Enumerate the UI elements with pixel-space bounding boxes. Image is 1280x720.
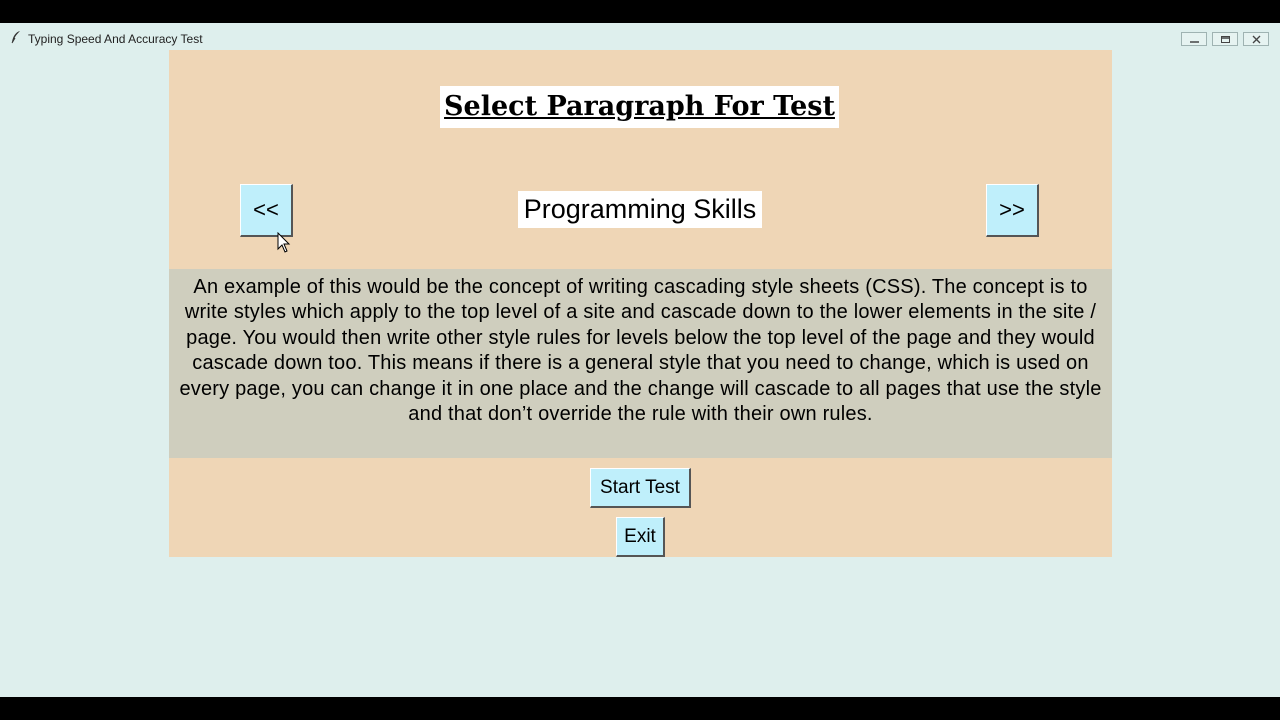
mouse-cursor-icon — [277, 231, 291, 254]
exit-button[interactable]: Exit — [616, 517, 665, 557]
feather-icon — [10, 30, 22, 44]
next-paragraph-button[interactable]: >> — [986, 184, 1039, 237]
app-window: Typing Speed And Accuracy Test Select Pa… — [0, 23, 1280, 697]
close-icon — [1252, 35, 1261, 44]
minimize-icon — [1190, 41, 1199, 43]
page-heading: Select Paragraph For Test — [440, 86, 839, 128]
maximize-button[interactable] — [1212, 32, 1238, 46]
window-title: Typing Speed And Accuracy Test — [28, 32, 203, 46]
screen: Typing Speed And Accuracy Test Select Pa… — [0, 0, 1280, 720]
minimize-button[interactable] — [1181, 32, 1207, 46]
maximize-icon — [1221, 36, 1230, 43]
previous-paragraph-button[interactable]: << — [240, 184, 293, 237]
title-bar[interactable]: Typing Speed And Accuracy Test — [0, 23, 1280, 51]
paragraph-text: An example of this would be the concept … — [169, 269, 1112, 458]
close-button[interactable] — [1243, 32, 1269, 46]
paragraph-title: Programming Skills — [518, 191, 762, 228]
start-test-button[interactable]: Start Test — [590, 468, 691, 508]
